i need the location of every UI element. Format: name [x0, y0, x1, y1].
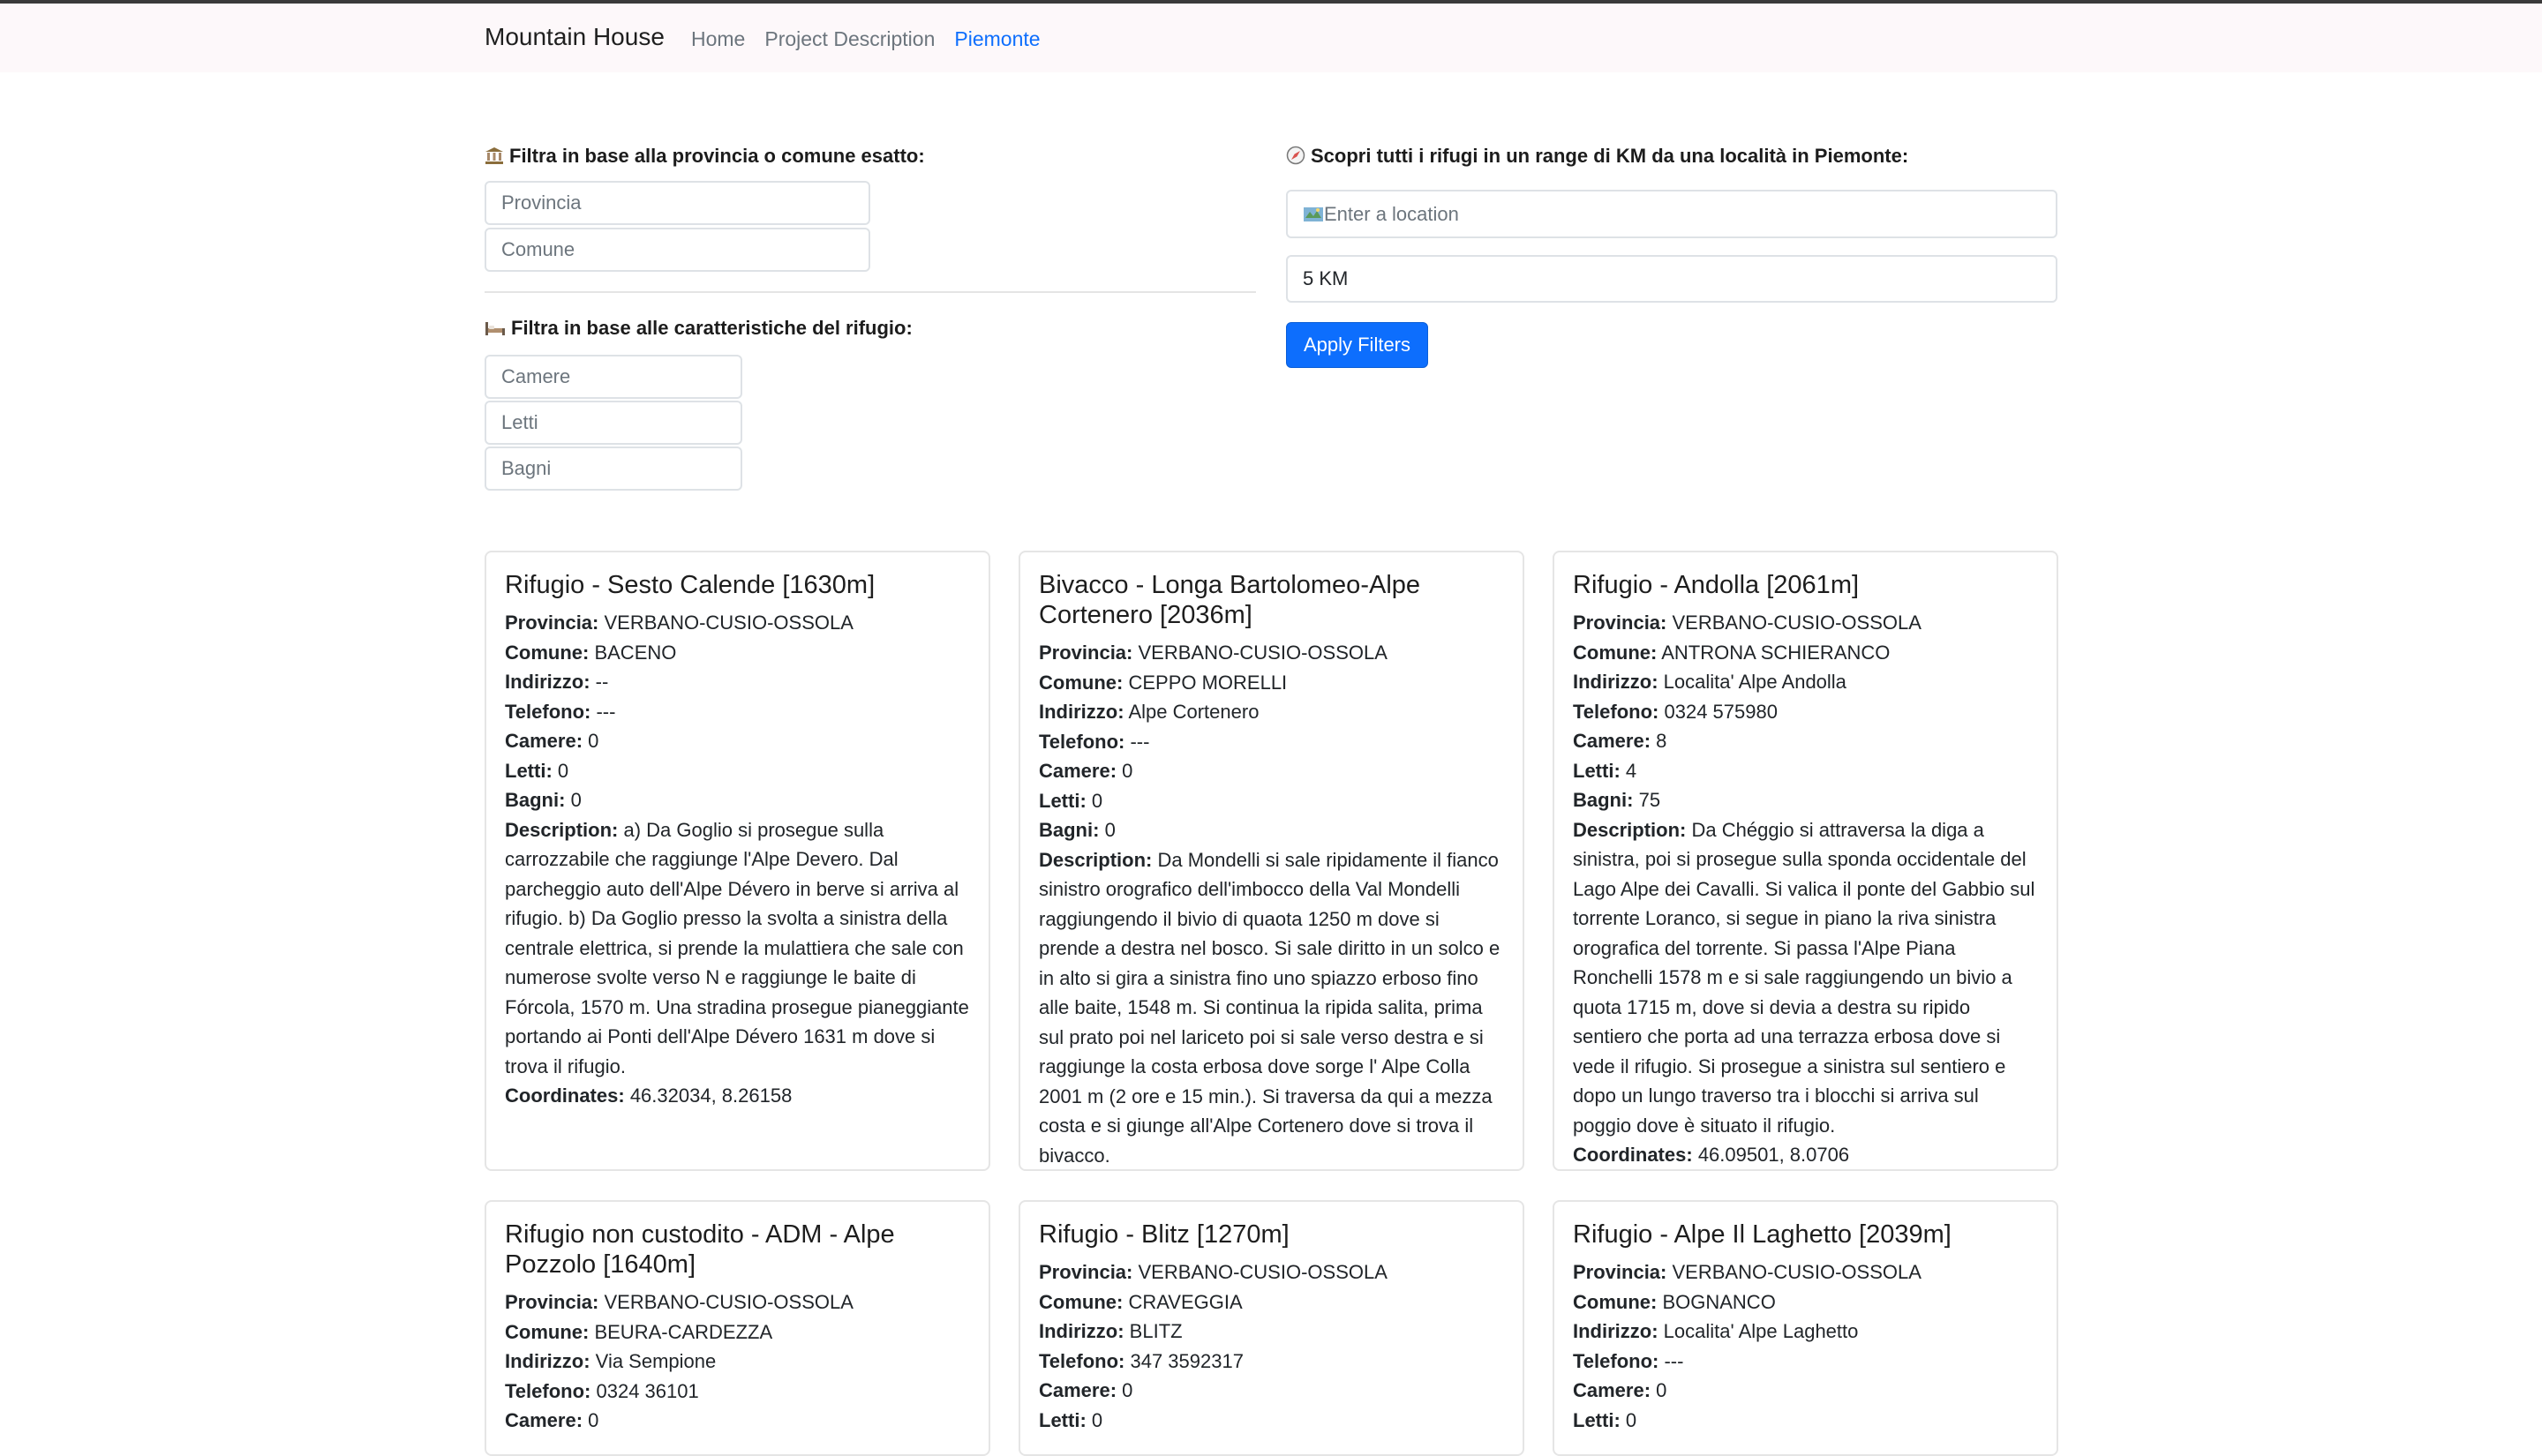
comune-input[interactable]: Comune [485, 228, 870, 272]
features-filter-label-text: Filtra in base alle caratteristiche del … [511, 317, 913, 339]
refuge-title: Bivacco - Longa Bartolomeo-Alpe Cortener… [1039, 571, 1421, 629]
map-icon [1303, 194, 1324, 239]
camere-row: Camere: 0 [1573, 1379, 1667, 1401]
refuge-title: Rifugio - Sesto Calende [1630m] [505, 571, 876, 599]
comune-row: Comune: CEPPO MORELLI [1039, 671, 1288, 694]
provincia-input[interactable]: Provincia [485, 181, 870, 225]
range-filter-label-text: Scopri tutti i rifugi in un range di KM … [1311, 145, 1909, 167]
provincia-row: Provincia: VERBANO-CUSIO-OSSOLA [505, 1291, 854, 1313]
refuge-title: Rifugio - Alpe Il Laghetto [2039m] [1573, 1220, 1952, 1249]
camere-row: Camere: 0 [505, 730, 599, 752]
filter-divider [485, 291, 1256, 293]
indirizzo-row: Indirizzo: Alpe Cortenero [1039, 701, 1260, 723]
indirizzo-row: Indirizzo: -- [505, 671, 609, 693]
telefono-row: Telefono: --- [1573, 1349, 1684, 1372]
indirizzo-row: Indirizzo: Localita' Alpe Andolla [1573, 671, 1846, 693]
bank-icon [485, 146, 504, 170]
location-filter-label: Filtra in base alla provincia o comune e… [485, 145, 925, 170]
comune-row: Comune: CRAVEGGIA [1039, 1290, 1243, 1313]
description-row: Description: Da Chéggio si attraversa la… [1573, 818, 2035, 1137]
refuge-title: Rifugio non custodito - ADM - Alpe Pozzo… [505, 1220, 895, 1279]
description-row: Description: a) Da Goglio si prosegue su… [505, 818, 969, 1077]
bagni-input[interactable]: Bagni [485, 447, 742, 491]
nav-link-home[interactable]: Home [691, 27, 745, 51]
camere-input[interactable]: Camere [485, 355, 742, 399]
compass-icon [1286, 146, 1305, 170]
refuge-card: Rifugio non custodito - ADM - Alpe Pozzo… [485, 1200, 990, 1456]
refuge-card: Rifugio - Andolla [2061m] Provincia: VER… [1553, 551, 2058, 1171]
bed-icon [485, 319, 506, 342]
comune-row: Comune: ANTRONA SCHIERANCO [1573, 641, 1891, 664]
description-row: Description: Da Mondelli si sale ripidam… [1039, 848, 1500, 1167]
location-search-placeholder: Enter a location [1324, 203, 1459, 225]
bagni-row: Bagni: 75 [1573, 789, 1661, 811]
provincia-row: Provincia: VERBANO-CUSIO-OSSOLA [1039, 1261, 1388, 1283]
nav-link-project-description[interactable]: Project Description [764, 27, 935, 51]
comune-row: Comune: BOGNANCO [1573, 1290, 1776, 1313]
provincia-row: Provincia: VERBANO-CUSIO-OSSOLA [1039, 642, 1388, 664]
refuge-card: Rifugio - Alpe Il Laghetto [2039m] Provi… [1553, 1200, 2058, 1456]
letti-row: Letti: 0 [1039, 1408, 1103, 1431]
refuge-card: Rifugio - Sesto Calende [1630m] Provinci… [485, 551, 990, 1171]
provincia-row: Provincia: VERBANO-CUSIO-OSSOLA [505, 612, 854, 634]
telefono-row: Telefono: 0324 575980 [1573, 700, 1778, 723]
telefono-row: Telefono: --- [505, 700, 616, 723]
provincia-row: Provincia: VERBANO-CUSIO-OSSOLA [1573, 1261, 1922, 1283]
coordinates-row: Coordinates: 46.32034, 8.26158 [505, 1084, 793, 1107]
km-range-select[interactable]: 5 KM [1286, 255, 2057, 303]
letti-input[interactable]: Letti [485, 401, 742, 445]
refuge-card: Rifugio - Blitz [1270m] Provincia: VERBA… [1019, 1200, 1524, 1456]
navbar-brand[interactable]: Mountain House [485, 23, 665, 51]
provincia-row: Provincia: VERBANO-CUSIO-OSSOLA [1573, 612, 1922, 634]
navbar: Mountain House Home Project Description … [0, 4, 2542, 72]
camere-row: Camere: 0 [1039, 760, 1133, 782]
nav-link-piemonte[interactable]: Piemonte [954, 27, 1040, 51]
refuge-title: Rifugio - Andolla [2061m] [1573, 571, 1860, 599]
camere-row: Camere: 0 [1039, 1379, 1133, 1401]
refuge-title: Rifugio - Blitz [1270m] [1039, 1220, 1290, 1249]
indirizzo-row: Indirizzo: Via Sempione [505, 1350, 717, 1372]
indirizzo-row: Indirizzo: BLITZ [1039, 1320, 1183, 1342]
camere-row: Camere: 8 [1573, 730, 1667, 752]
refuge-card: Bivacco - Longa Bartolomeo-Alpe Cortener… [1019, 551, 1524, 1171]
apply-filters-button[interactable]: Apply Filters [1286, 322, 1428, 368]
nav-links: Home Project Description Piemonte [691, 27, 1041, 51]
letti-row: Letti: 4 [1573, 759, 1637, 782]
telefono-row: Telefono: 347 3592317 [1039, 1349, 1244, 1372]
range-filter-label: Scopri tutti i rifugi in un range di KM … [1286, 145, 1908, 170]
telefono-row: Telefono: 0324 36101 [505, 1379, 699, 1402]
features-filter-label: Filtra in base alle caratteristiche del … [485, 317, 913, 342]
letti-row: Letti: 0 [1573, 1408, 1637, 1431]
bagni-row: Bagni: 0 [505, 789, 582, 811]
bagni-row: Bagni: 0 [1039, 819, 1116, 841]
comune-row: Comune: BACENO [505, 641, 677, 664]
comune-row: Comune: BEURA-CARDEZZA [505, 1320, 773, 1343]
location-search-input[interactable]: Enter a location [1286, 190, 2057, 238]
indirizzo-row: Indirizzo: Localita' Alpe Laghetto [1573, 1320, 1859, 1342]
telefono-row: Telefono: --- [1039, 730, 1150, 753]
letti-row: Letti: 0 [1039, 789, 1103, 812]
location-filter-label-text: Filtra in base alla provincia o comune e… [509, 145, 925, 167]
camere-row: Camere: 0 [505, 1409, 599, 1431]
coordinates-row: Coordinates: 46.09501, 8.0706 [1573, 1144, 1850, 1166]
letti-row: Letti: 0 [505, 759, 569, 782]
